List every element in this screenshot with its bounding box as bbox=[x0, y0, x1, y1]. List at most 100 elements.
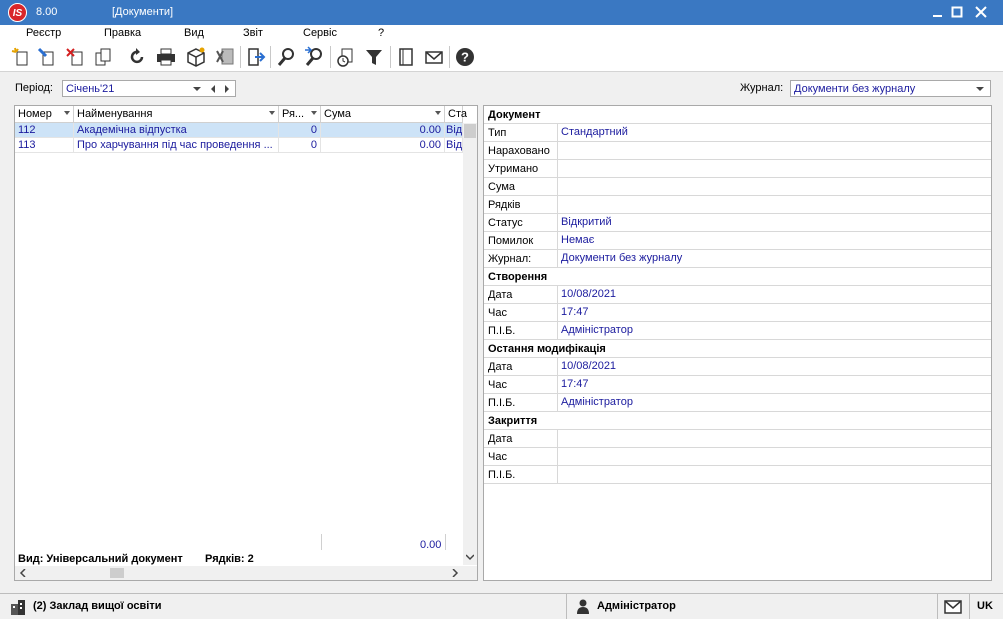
table-row[interactable]: 113 Про харчування під час проведення ..… bbox=[15, 138, 463, 153]
section-modified: Остання модифікація bbox=[484, 340, 991, 358]
column-rows[interactable]: Ря... bbox=[279, 106, 321, 123]
cell-rows: 0 bbox=[279, 123, 321, 138]
organization-name: (2) Заклад вищої освіти bbox=[33, 600, 162, 612]
footer-divider bbox=[321, 534, 322, 550]
cell-sum: 0.00 bbox=[321, 123, 445, 138]
scroll-thumb[interactable] bbox=[464, 124, 476, 138]
cell-status: Від bbox=[445, 138, 463, 153]
table-row[interactable]: 112 Академічна відпустка 0 0.00 Від bbox=[15, 123, 463, 138]
cell-sum: 0.00 bbox=[321, 138, 445, 153]
menu-edit[interactable]: Правка bbox=[104, 27, 141, 39]
svg-text:?: ? bbox=[461, 50, 469, 65]
filter-icon[interactable] bbox=[363, 46, 385, 68]
toolbar-separator bbox=[449, 46, 450, 68]
minimize-icon bbox=[933, 15, 942, 17]
copy-icon[interactable] bbox=[92, 46, 114, 68]
prev-period-icon[interactable] bbox=[209, 85, 217, 93]
sort-arrow-icon bbox=[311, 111, 317, 115]
scroll-right-icon[interactable] bbox=[451, 569, 459, 577]
period-label: Період: bbox=[15, 82, 53, 94]
close-icon bbox=[975, 6, 987, 18]
new-document-icon[interactable] bbox=[10, 46, 32, 68]
exit-icon[interactable] bbox=[245, 46, 267, 68]
chevron-down-icon[interactable] bbox=[193, 85, 201, 93]
cell-name: Академічна відпустка bbox=[74, 123, 279, 138]
calendar-clock-icon[interactable] bbox=[335, 46, 357, 68]
prop-rows: Рядків bbox=[484, 196, 991, 214]
rows-count-label: Рядків: 2 bbox=[205, 553, 254, 565]
minimize-button[interactable] bbox=[926, 0, 948, 25]
menu-report[interactable]: Звіт bbox=[243, 27, 263, 39]
view-type-label: Вид: Універсальний документ bbox=[18, 553, 183, 565]
refresh-icon[interactable] bbox=[126, 46, 148, 68]
journal-select[interactable]: Документи без журналу bbox=[790, 80, 991, 97]
column-number[interactable]: Номер bbox=[15, 106, 74, 123]
section-created: Створення bbox=[484, 268, 991, 286]
chevron-down-icon[interactable] bbox=[976, 85, 984, 93]
toolbar: ? bbox=[0, 42, 1003, 72]
package-icon[interactable] bbox=[185, 46, 207, 68]
prop-accrued: Нараховано bbox=[484, 142, 991, 160]
scroll-left-icon[interactable] bbox=[19, 569, 27, 577]
prop-created-time: Час 17:47 bbox=[484, 304, 991, 322]
documents-grid: Номер Найменування Ря... Сума Ста 112 Ак… bbox=[14, 105, 478, 581]
section-closed: Закриття bbox=[484, 412, 991, 430]
prop-journal: Журнал: Документи без журналу bbox=[484, 250, 991, 268]
search-next-icon[interactable] bbox=[303, 46, 325, 68]
export-excel-icon[interactable] bbox=[214, 46, 236, 68]
section-document: Документ bbox=[484, 106, 991, 124]
organization-segment[interactable]: (2) Заклад вищої освіти bbox=[0, 594, 567, 619]
user-segment[interactable]: Адміністратор bbox=[567, 594, 938, 619]
maximize-icon bbox=[951, 6, 963, 18]
prop-sum: Сума bbox=[484, 178, 991, 196]
maximize-button[interactable] bbox=[946, 0, 968, 25]
prop-modified-user: П.І.Б. Адміністратор bbox=[484, 394, 991, 412]
scroll-down-icon[interactable] bbox=[466, 553, 474, 561]
toolbar-separator bbox=[240, 46, 241, 68]
status-bar: (2) Заклад вищої освіти Адміністратор UK bbox=[0, 593, 1003, 619]
building-icon bbox=[11, 600, 25, 615]
language-indicator[interactable]: UK bbox=[970, 594, 1003, 619]
window-title: [Документи] bbox=[112, 6, 174, 18]
cell-status: Від bbox=[445, 123, 463, 138]
horizontal-scrollbar[interactable] bbox=[15, 566, 477, 580]
period-value: Січень'21 bbox=[66, 83, 115, 95]
user-name: Адміністратор bbox=[597, 600, 676, 612]
cell-number: 112 bbox=[15, 123, 74, 138]
prop-closed-user: П.І.Б. bbox=[484, 466, 991, 484]
close-button[interactable] bbox=[970, 0, 992, 25]
scroll-thumb[interactable] bbox=[110, 568, 124, 578]
mail-icon[interactable] bbox=[423, 46, 445, 68]
column-status[interactable]: Ста bbox=[445, 106, 467, 123]
vertical-scrollbar[interactable] bbox=[463, 123, 477, 565]
menu-help[interactable]: ? bbox=[378, 27, 384, 39]
user-icon bbox=[577, 599, 589, 614]
menu-registry[interactable]: Реєстр bbox=[26, 27, 61, 39]
period-select[interactable]: Січень'21 bbox=[62, 80, 236, 97]
journal-value: Документи без журналу bbox=[794, 83, 916, 95]
title-bar: IS 8.00 [Документи] bbox=[0, 0, 1003, 25]
sum-total: 0.00 bbox=[420, 539, 442, 551]
next-period-icon[interactable] bbox=[223, 85, 231, 93]
edit-icon[interactable] bbox=[36, 46, 58, 68]
menu-bar: Реєстр Правка Вид Звіт Сервіс ? bbox=[0, 25, 1003, 42]
column-sum[interactable]: Сума bbox=[321, 106, 445, 123]
print-icon[interactable] bbox=[155, 46, 177, 68]
prop-modified-date: Дата 10/08/2021 bbox=[484, 358, 991, 376]
delete-icon[interactable] bbox=[64, 46, 86, 68]
menu-service[interactable]: Сервіс bbox=[303, 27, 337, 39]
journal-label: Журнал: bbox=[740, 82, 784, 94]
notebook-icon[interactable] bbox=[395, 46, 417, 68]
search-icon[interactable] bbox=[276, 46, 298, 68]
toolbar-separator bbox=[330, 46, 331, 68]
menu-view[interactable]: Вид bbox=[184, 27, 204, 39]
mail-icon bbox=[944, 600, 962, 614]
prop-modified-time: Час 17:47 bbox=[484, 376, 991, 394]
prop-closed-date: Дата bbox=[484, 430, 991, 448]
column-name[interactable]: Найменування bbox=[74, 106, 279, 123]
sort-arrow-icon bbox=[269, 111, 275, 115]
help-icon[interactable]: ? bbox=[454, 46, 476, 68]
prop-status: Статус Відкритий bbox=[484, 214, 991, 232]
cell-number: 113 bbox=[15, 138, 74, 153]
mail-status-button[interactable] bbox=[938, 594, 970, 619]
